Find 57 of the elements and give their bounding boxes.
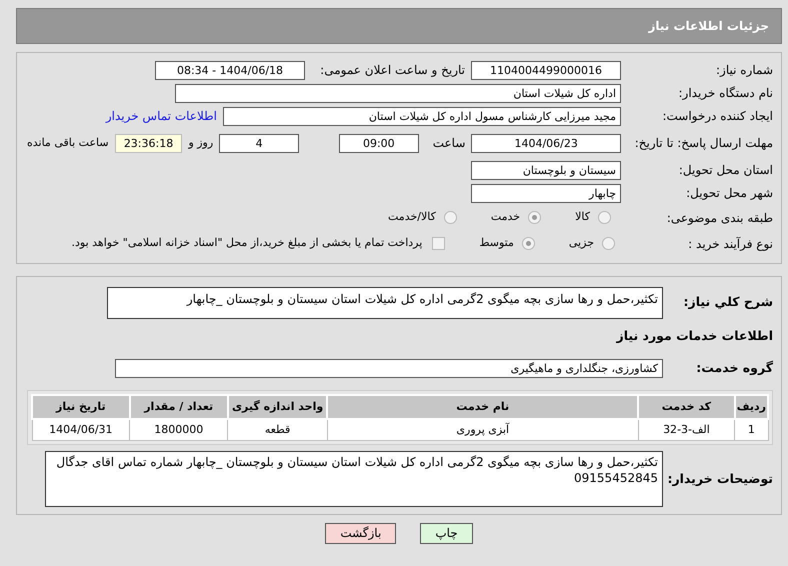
value-field: 4 [219,134,299,152]
table-cell: 1800000 [130,418,228,441]
option-label: خدمت [490,209,520,226]
section-title: اطلاعات خدمات مورد نياز [615,327,773,345]
radio-button[interactable] [602,237,615,250]
contact-link[interactable]: اطلاعات تماس خریدار [106,107,217,125]
value-field: 09:00 [338,134,419,152]
value-field: 1404/06/23 [471,134,621,152]
column-header: ردیف [734,394,768,419]
field-label: طبقه بندی موضوعی: [666,210,773,226]
column-header: تعداد / مقدار [130,394,228,419]
radio-button[interactable] [522,237,535,250]
option-label: متوسط [479,235,514,252]
field-label: ساعت باقی مانده [26,134,109,151]
value-field: سیستان و بلوچستان [471,160,621,180]
field-label: نوع فرآیند خرید : [687,236,773,252]
field-label: مهلت ارسال پاسخ: تا تاریخ: [634,135,773,152]
column-header: واحد اندازه گیری [228,394,328,419]
payment-note: پرداخت تمام یا بخشی از مبلغ خرید،از محل "اسناد خزانه اسلامی" خواهد بود. [72,235,422,252]
column-header: تاریخ نیاز [32,394,130,419]
column-header: نام خدمت [327,394,638,419]
table-cell: الف-3-32 [638,418,735,441]
value-field: 1104004499000016 [471,60,621,80]
table-cell: 1404/06/31 [32,418,130,441]
option-label: کالا [575,209,590,226]
print-button[interactable]: چاپ [420,523,473,544]
field-label: نام دستگاه خریدار: [678,85,773,102]
description-field: تکثیر،حمل و رها سازی بچه میگوی 2گرمی اداره کل شیلات استان سیستان و بلوچستان _چابهار [107,287,663,319]
value-field: چابهار [471,184,621,202]
field-label: گروه خدمت: [695,359,773,378]
field-label: ایجاد کننده درخواست: [661,108,773,125]
column-header: کد خدمت [638,394,735,419]
table-cell: آبزی پروری [327,418,638,441]
radio-button[interactable] [444,211,457,224]
notes-field: تکثیر،حمل و رها سازی بچه میگوی 2گرمی اداره کل شیلات استان سیستان و بلوچستان _چابهار شماره تماس اقای جدگال 09155452845 [45,451,663,508]
field-label: ساعت [432,135,466,152]
field-label: توضیحات خریدار: [669,470,773,488]
field-label: روز و [188,134,214,151]
radio-button[interactable] [528,211,542,224]
page-title: جزئیات اطلاعات نیاز [648,18,769,35]
field-label: شماره نیاز: [715,62,773,79]
table-cell: 1 [734,418,768,441]
option-label: جزیی [568,235,594,252]
field-label: تاریخ و ساعت اعلان عمومی: [319,62,465,79]
field-label: شرح کلي نياز: [682,293,773,311]
value-field: 1404/06/18 - 08:34 [155,60,305,80]
field-label: استان محل تحویل: [678,162,773,179]
value-field: کشاورزی، جنگلداری و ماهیگیری [115,359,663,378]
back-button[interactable]: بازگشت [325,523,396,544]
field-label: شهر محل تحویل: [685,185,773,202]
value-field: اداره کل شیلات استان [175,84,621,102]
option-label: کالا/خدمت [388,209,436,226]
value-field: مجید میرزایی کارشناس مسول اداره کل شیلات استان [223,106,621,126]
checkbox[interactable] [432,237,446,250]
table-cell: قطعه [228,418,328,441]
radio-button[interactable] [598,211,611,224]
countdown-field: 23:36:18 [114,134,182,152]
